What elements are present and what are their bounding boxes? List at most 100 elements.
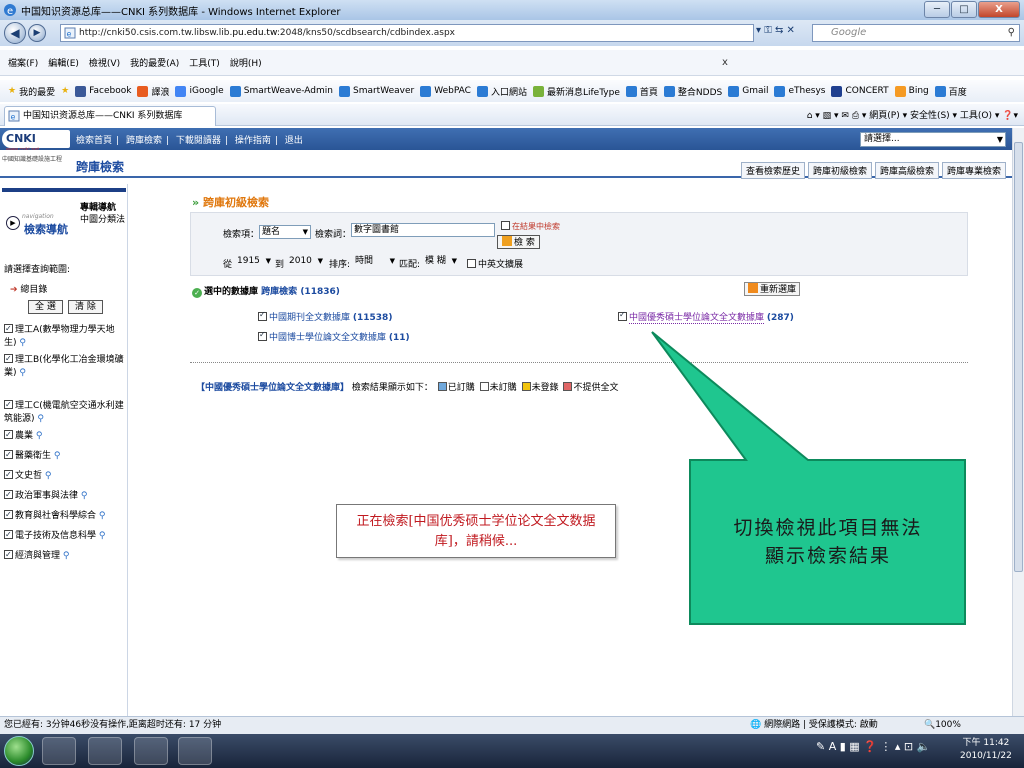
match-select[interactable]: 模 糊 ▼ — [423, 255, 459, 269]
category-checkbox[interactable] — [4, 398, 13, 411]
db-item-doctoral[interactable]: 中國博士學位論文全文數據庫 (11) — [258, 330, 410, 343]
favorite-item[interactable]: iGoogle — [175, 85, 224, 98]
category-item[interactable]: 理工B(化學化工冶金環境礦業) ⚲ — [4, 352, 126, 380]
favorite-item[interactable]: Gmail — [728, 85, 768, 98]
category-checkbox[interactable] — [4, 488, 13, 501]
menu-close-button[interactable]: x — [722, 57, 728, 68]
magnifier-icon[interactable]: ⚲ — [51, 451, 61, 461]
magnifier-icon[interactable]: ⚲ — [17, 368, 26, 378]
category-checkbox[interactable] — [4, 322, 13, 335]
menu-favorites[interactable]: 我的最愛(A) — [130, 56, 179, 69]
zoom-level[interactable]: 🔍100% — [924, 717, 961, 733]
db-checkbox[interactable] — [258, 330, 267, 341]
expand-checkbox[interactable] — [467, 259, 476, 268]
search-box[interactable]: Google ⚲ — [812, 24, 1020, 42]
category-checkbox[interactable] — [4, 528, 13, 541]
category-checkbox[interactable] — [4, 468, 13, 481]
search-button[interactable]: 檢 索 — [497, 235, 540, 249]
menu-help[interactable]: 說明(H) — [230, 56, 262, 69]
favorite-item[interactable]: SmartWeaver — [338, 85, 414, 98]
category-item[interactable]: 理工C(機電航空交通水利建筑能源) ⚲ — [4, 398, 126, 426]
magnifier-icon[interactable]: ⚲ — [33, 431, 43, 441]
category-checkbox[interactable] — [4, 428, 13, 441]
magnifier-icon[interactable]: ⚲ — [96, 511, 106, 521]
back-button[interactable]: ◀ — [4, 22, 26, 44]
category-checkbox[interactable] — [4, 352, 13, 365]
category-checkbox[interactable] — [4, 548, 13, 561]
minimize-button[interactable]: ─ — [924, 1, 950, 18]
category-checkbox[interactable] — [4, 448, 13, 461]
expand-option[interactable]: 中英文擴展 — [467, 257, 523, 270]
category-item[interactable]: 電子技術及信息科學 ⚲ — [4, 528, 126, 543]
forward-button[interactable]: ▶ — [28, 24, 46, 42]
category-item[interactable]: 醫藥衛生 ⚲ — [4, 448, 126, 463]
clock[interactable]: 下午 11:42 2010/11/22 — [960, 737, 1012, 763]
clear-button[interactable]: 清 除 — [68, 300, 103, 314]
favorite-item[interactable]: SmartWeave-Admin — [229, 85, 333, 98]
favorites-button[interactable]: ★ 我的最愛 — [8, 85, 55, 98]
scrollbar-thumb[interactable] — [1014, 142, 1023, 572]
tab-professional-search[interactable]: 跨庫專業檢索 — [941, 162, 1006, 179]
nav-cross-search[interactable]: 跨庫檢索 — [126, 136, 162, 146]
field-select[interactable]: 題名 ▼ — [259, 225, 311, 239]
favorite-item[interactable]: Bing — [894, 85, 929, 98]
start-button[interactable] — [4, 736, 34, 766]
favorite-item[interactable]: 百度 — [934, 85, 967, 98]
reselect-button[interactable]: 重新選庫 — [744, 282, 801, 296]
favorite-item[interactable]: WebPAC — [420, 85, 471, 98]
magnifier-icon[interactable]: ⚲ — [17, 338, 26, 348]
menu-view[interactable]: 檢視(V) — [89, 56, 120, 69]
in-result-option[interactable]: 在結果中檢索 — [501, 221, 560, 232]
favorite-item[interactable]: 首頁 — [625, 85, 658, 98]
category-item[interactable]: 理工A(數學物理力學天地生) ⚲ — [4, 322, 126, 350]
menu-edit[interactable]: 編輯(E) — [48, 56, 79, 69]
add-favorite-icon[interactable]: ★ — [61, 86, 69, 96]
category-item[interactable]: 教育與社會科學綜合 ⚲ — [4, 508, 126, 523]
tab-advanced-search[interactable]: 跨庫高級檢索 — [874, 162, 939, 179]
database-select[interactable]: 請選擇... ▼ — [860, 132, 1006, 147]
search-icon[interactable]: ⚲ — [1008, 25, 1015, 41]
tab-history[interactable]: 查看檢索歷史 — [740, 162, 805, 179]
address-tools[interactable]: ▾ ⚿ ⇆ ✕ — [756, 25, 795, 36]
play-icon[interactable]: ▶ — [6, 216, 20, 230]
address-bar[interactable]: e http://cnki50.csis.com.tw.libsw.lib.pu… — [60, 24, 754, 42]
vertical-scrollbar[interactable] — [1012, 128, 1024, 716]
favorite-item[interactable]: eThesys — [774, 85, 825, 98]
total-directory[interactable]: ➔ 總目錄 — [10, 282, 47, 295]
sort-select[interactable]: 時間 ▼ — [353, 255, 397, 269]
magnifier-icon[interactable]: ⚲ — [60, 551, 70, 561]
menu-tools[interactable]: 工具(T) — [189, 56, 220, 69]
nav-download-reader[interactable]: 下載閱讀器 — [176, 136, 221, 146]
app-taskbar-icon[interactable] — [134, 737, 168, 765]
category-checkbox[interactable] — [4, 508, 13, 521]
select-all-button[interactable]: 全 選 — [28, 300, 63, 314]
magnifier-icon[interactable]: ⚲ — [42, 471, 52, 481]
favorite-item[interactable]: 整合NDDS — [663, 85, 722, 98]
term-input[interactable]: 數字圖書館 — [351, 223, 495, 237]
favorite-item[interactable]: 譯浪 — [137, 85, 169, 98]
to-year-select[interactable]: 2010 ▼ — [287, 255, 325, 269]
from-year-select[interactable]: 1915 ▼ — [235, 255, 273, 269]
favorite-item[interactable]: CONCERT — [831, 85, 889, 98]
maximize-button[interactable]: □ — [951, 1, 977, 18]
menu-file[interactable]: 檔案(F) — [8, 56, 38, 69]
powerpoint-taskbar-icon[interactable] — [178, 737, 212, 765]
window-title-bar[interactable]: e 中国知识资源总库——CNKI 系列数据库 - Windows Interne… — [0, 0, 1024, 20]
tab-basic-search[interactable]: 跨庫初級檢索 — [807, 162, 872, 179]
system-tray[interactable]: ✎ A ▮ ▦ ❓ ⋮ ▴ ⊡ 🔈 — [816, 740, 930, 753]
favorite-item[interactable]: Facebook — [75, 85, 131, 98]
in-result-checkbox[interactable] — [501, 221, 510, 230]
favorite-item[interactable]: 最新消息LifeType — [532, 85, 620, 98]
explorer-taskbar-icon[interactable] — [88, 737, 122, 765]
close-button[interactable]: X — [978, 1, 1020, 18]
command-buttons[interactable]: ⌂ ▾ ▧ ▾ ✉ ⎙ ▾ 網頁(P) ▾ 安全性(S) ▾ 工具(O) ▾ ❓… — [807, 108, 1018, 121]
nav-guide[interactable]: 操作指南 — [235, 136, 271, 146]
favorite-item[interactable]: 入口網站 — [476, 85, 527, 98]
nav-home[interactable]: 檢索首頁 — [76, 136, 112, 146]
nav-classification[interactable]: 中圖分類法 — [80, 214, 126, 227]
browser-tab[interactable]: e 中国知识资源总库——CNKI 系列数据库 — [4, 106, 216, 126]
nav-album[interactable]: 專輯導航 — [80, 200, 116, 213]
magnifier-icon[interactable]: ⚲ — [35, 414, 44, 424]
category-item[interactable]: 經濟與管理 ⚲ — [4, 548, 126, 563]
db-checkbox[interactable] — [618, 310, 627, 321]
